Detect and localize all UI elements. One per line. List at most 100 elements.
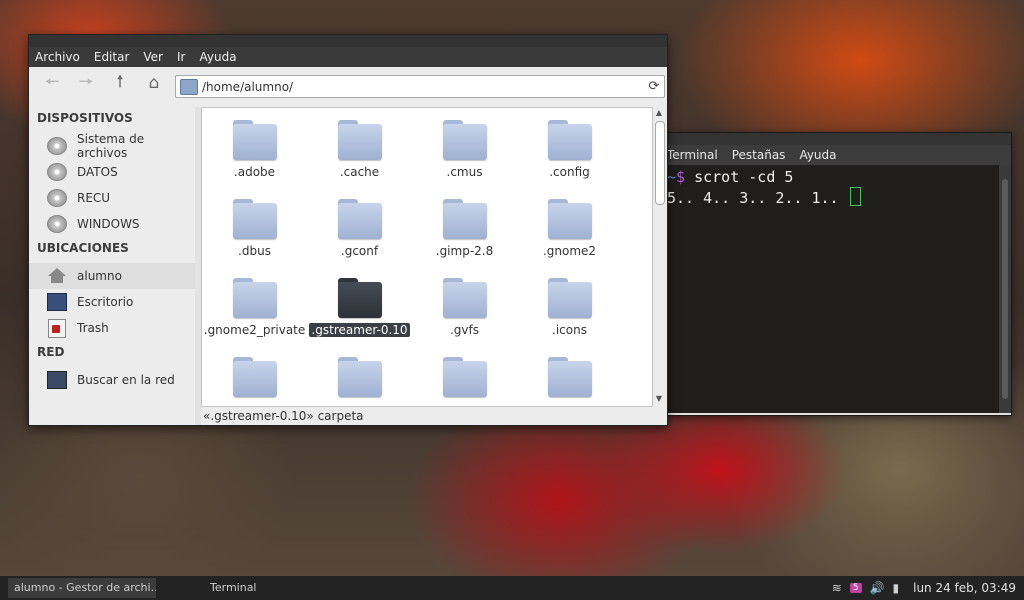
file-manager-window[interactable]: Archivo Editar Ver Ir Ayuda 🠔 🠖 🠕 ⌂ /hom… [28, 34, 668, 426]
wifi-icon[interactable]: ≋ [832, 581, 842, 595]
terminal-bottom-border [659, 413, 1011, 415]
folder-item-partial[interactable] [307, 351, 412, 406]
folder-grid: .adobe .cache .cmus .config .dbus .gconf… [202, 114, 622, 406]
home-icon [47, 267, 67, 285]
folder-icon [442, 120, 487, 160]
folder-item-partial[interactable] [202, 351, 307, 406]
sidebar-item-trash[interactable]: Trash [29, 315, 195, 341]
terminal-menu-help[interactable]: Ayuda [799, 148, 836, 162]
folder-icon [232, 199, 277, 239]
drive-icon [47, 163, 67, 181]
sidebar-item-label: WINDOWS [77, 217, 140, 231]
terminal-output-area[interactable]: ~$ scrot -cd 5 5.. 4.. 3.. 2.. 1.. [659, 165, 999, 415]
folder-item-icons[interactable]: .icons [517, 272, 622, 351]
back-arrow-icon[interactable]: 🠔 [35, 71, 69, 95]
sidebar-item-label: DATOS [77, 165, 118, 179]
file-manager-menubar: Archivo Editar Ver Ir Ayuda [29, 47, 667, 67]
folder-item-config[interactable]: .config [517, 114, 622, 193]
folder-item-gvfs[interactable]: .gvfs [412, 272, 517, 351]
terminal-command: scrot -cd 5 [694, 168, 794, 186]
folder-item-gnome2-private[interactable]: .gnome2_private [202, 272, 307, 351]
terminal-menu-terminal[interactable]: Terminal [667, 148, 718, 162]
menu-ir[interactable]: Ir [177, 50, 185, 64]
folder-name: .adobe [233, 165, 276, 179]
status-bar: «.gstreamer-0.10» carpeta [203, 409, 364, 423]
folder-item-adobe[interactable]: .adobe [202, 114, 307, 193]
file-grid-view[interactable]: .adobe .cache .cmus .config .dbus .gconf… [201, 107, 653, 407]
terminal-cursor [849, 187, 861, 206]
reload-icon[interactable]: ⟳ [644, 79, 664, 94]
desktop-icon [47, 293, 67, 311]
file-grid-scrollbar[interactable]: ▲ ▼ [653, 107, 665, 405]
folder-item-partial[interactable] [517, 351, 622, 406]
sidebar: DISPOSITIVOS Sistema de archivos DATOS R… [29, 107, 195, 425]
menu-archivo[interactable]: Archivo [35, 50, 80, 64]
taskbar: alumno - Gestor de archi... Terminal ≋ 5… [0, 576, 1024, 600]
sidebar-item-label: Sistema de archivos [77, 132, 145, 160]
folder-icon [232, 278, 277, 318]
sidebar-item-label: alumno [77, 269, 122, 283]
folder-icon [337, 199, 382, 239]
forward-arrow-icon[interactable]: 🠖 [69, 71, 103, 95]
folder-item-cmus[interactable]: .cmus [412, 114, 517, 193]
terminal-titlebar[interactable] [659, 133, 1011, 145]
folder-name: .dbus [238, 244, 271, 258]
sidebar-item-browse-network[interactable]: Buscar en la red [29, 367, 195, 393]
folder-icon [232, 357, 277, 397]
sidebar-item-datos[interactable]: DATOS [29, 159, 195, 185]
trash-icon [47, 318, 67, 338]
folder-icon [232, 120, 277, 160]
terminal-scrollbar-thumb[interactable] [1002, 179, 1008, 399]
sidebar-item-recu[interactable]: RECU [29, 185, 195, 211]
up-arrow-icon[interactable]: 🠕 [103, 71, 137, 95]
notification-badge[interactable]: 5 [849, 583, 862, 593]
folder-name: .gconf [340, 244, 379, 258]
folder-item-gconf[interactable]: .gconf [307, 193, 412, 272]
menu-editar[interactable]: Editar [94, 50, 130, 64]
system-tray: ≋ 5 🔊 ▮ lun 24 feb, 03:49 [824, 576, 1016, 600]
scroll-down-icon[interactable]: ▼ [653, 393, 665, 405]
file-manager-titlebar[interactable] [29, 35, 667, 47]
sidebar-item-desktop[interactable]: Escritorio [29, 289, 195, 315]
countdown-output: 5.. 4.. 3.. 2.. 1.. [667, 189, 839, 207]
folder-icon [337, 120, 382, 160]
sidebar-item-label: RECU [77, 191, 111, 205]
home-icon[interactable]: ⌂ [137, 71, 171, 95]
folder-item-gimp[interactable]: .gimp-2.8 [412, 193, 517, 272]
taskbar-item-terminal[interactable]: Terminal [204, 578, 263, 598]
menu-ver[interactable]: Ver [143, 50, 163, 64]
drive-icon [47, 137, 67, 155]
folder-icon [547, 199, 592, 239]
folder-item-dbus[interactable]: .dbus [202, 193, 307, 272]
folder-item-cache[interactable]: .cache [307, 114, 412, 193]
folder-name: .icons [552, 323, 587, 337]
taskbar-item-file-manager[interactable]: alumno - Gestor de archi... [8, 578, 156, 598]
folder-item-gstreamer[interactable]: .gstreamer-0.10 [307, 272, 412, 351]
prompt-path: ~ [667, 168, 677, 186]
volume-icon[interactable]: 🔊 [870, 581, 885, 595]
scrollbar-thumb[interactable] [655, 121, 665, 205]
sidebar-item-filesystem[interactable]: Sistema de archivos [29, 132, 195, 160]
folder-name: .cmus [446, 165, 483, 179]
location-bar[interactable]: /home/alumno/ ⟳ [175, 75, 665, 98]
terminal-scrollbar[interactable] [999, 165, 1011, 415]
terminal-menu-tabs[interactable]: Pestañas [732, 148, 786, 162]
folder-item-partial[interactable] [412, 351, 517, 406]
folder-name: .config [549, 165, 590, 179]
folder-item-gnome2[interactable]: .gnome2 [517, 193, 622, 272]
menu-ayuda[interactable]: Ayuda [199, 50, 236, 64]
battery-icon[interactable]: ▮ [893, 581, 900, 595]
folder-icon [547, 120, 592, 160]
sidebar-item-alumno[interactable]: alumno [29, 263, 195, 289]
clock[interactable]: lun 24 feb, 03:49 [913, 581, 1016, 595]
location-path[interactable]: /home/alumno/ [202, 80, 644, 94]
network-icon [47, 371, 67, 389]
scroll-up-icon[interactable]: ▲ [653, 107, 665, 119]
sidebar-heading-devices: DISPOSITIVOS [37, 111, 133, 125]
sidebar-item-label: Buscar en la red [77, 373, 175, 387]
drive-icon [47, 189, 67, 207]
folder-icon [442, 199, 487, 239]
sidebar-item-windows[interactable]: WINDOWS [29, 211, 195, 237]
folder-name: .gnome2_private [203, 323, 306, 337]
terminal-window[interactable]: Terminal Pestañas Ayuda ~$ scrot -cd 5 5… [658, 132, 1012, 416]
